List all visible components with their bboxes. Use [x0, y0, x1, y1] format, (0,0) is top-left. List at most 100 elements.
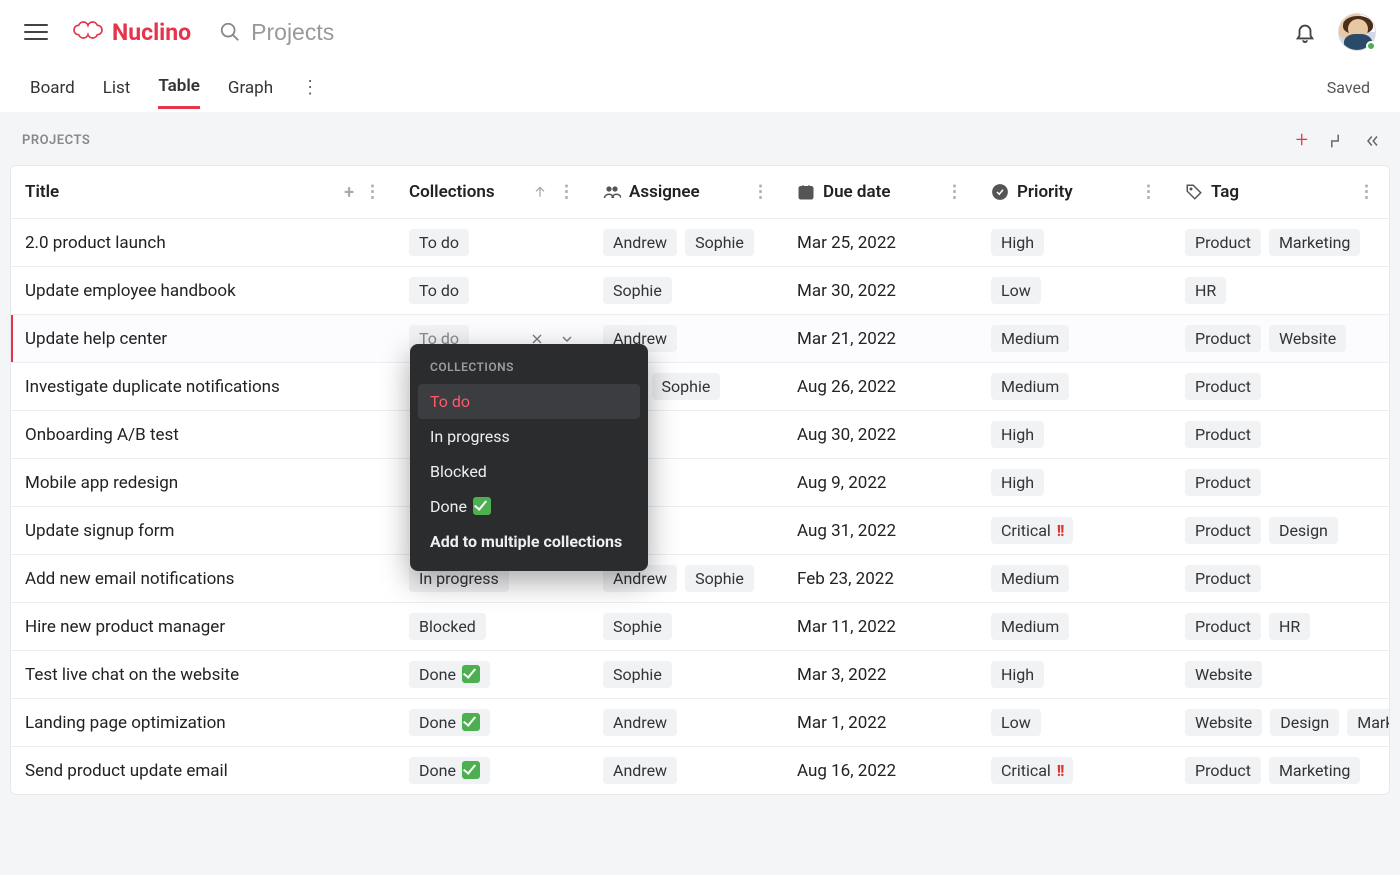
chip[interactable]: Product [1185, 229, 1261, 256]
row-title[interactable]: Update employee handbook [25, 281, 236, 301]
tab-board[interactable]: Board [30, 68, 75, 108]
row-title[interactable]: 2.0 product launch [25, 233, 166, 253]
chip[interactable]: Medium [991, 373, 1069, 400]
chip[interactable]: High [991, 421, 1044, 448]
due-date[interactable]: Mar 1, 2022 [797, 713, 886, 733]
user-avatar[interactable] [1338, 13, 1376, 51]
chip[interactable]: Product [1185, 325, 1261, 352]
collections-dropdown[interactable]: COLLECTIONS To doIn progressBlockedDone … [410, 344, 648, 571]
col-priority[interactable]: Priority [1017, 182, 1073, 202]
collapse-sidebar-icon[interactable] [1362, 132, 1380, 150]
dropdown-option[interactable]: Done [418, 489, 640, 524]
chip[interactable]: Blocked [409, 613, 486, 640]
row-title[interactable]: Mobile app redesign [25, 473, 178, 493]
chip[interactable]: Product [1185, 757, 1261, 784]
row-title[interactable]: Update help center [25, 329, 167, 349]
add-column-icon[interactable]: + [344, 182, 354, 203]
due-date[interactable]: Aug 30, 2022 [797, 425, 896, 445]
chip[interactable]: High [991, 229, 1044, 256]
chip[interactable]: Marketing [1269, 229, 1360, 256]
dropdown-option[interactable]: To do [418, 384, 640, 419]
row-title[interactable]: Send product update email [25, 761, 228, 781]
due-column-menu[interactable]: ⋮ [946, 182, 963, 202]
chip[interactable]: Product [1185, 565, 1261, 592]
dropdown-option[interactable]: In progress [418, 419, 640, 454]
chip[interactable]: Done [409, 709, 490, 736]
chip[interactable]: Done [409, 661, 490, 688]
chip[interactable]: Done [409, 757, 490, 784]
due-date[interactable]: Mar 11, 2022 [797, 617, 896, 637]
chip[interactable]: Critical !! [991, 517, 1073, 544]
col-title[interactable]: Title [25, 182, 59, 202]
chip[interactable]: High [991, 661, 1044, 688]
chip[interactable]: HR [1269, 613, 1310, 640]
due-date[interactable]: Mar 3, 2022 [797, 665, 886, 685]
chip[interactable]: Product [1185, 517, 1261, 544]
table-row[interactable]: Update help centerTo doAndrewMar 21, 202… [11, 314, 1389, 362]
col-due[interactable]: Due date [823, 182, 891, 202]
due-date[interactable]: Aug 9, 2022 [797, 473, 886, 493]
row-title[interactable]: Onboarding A/B test [25, 425, 179, 445]
chip[interactable]: Andrew [603, 709, 677, 736]
due-date[interactable]: Mar 30, 2022 [797, 281, 896, 301]
due-date[interactable]: Feb 23, 2022 [797, 569, 894, 589]
chip[interactable]: Low [991, 709, 1041, 736]
table-row[interactable]: Update employee handbook To do Sophie Mar 3… [11, 266, 1389, 314]
view-more-menu[interactable]: ⋮ [301, 77, 319, 98]
chip[interactable]: HR [1185, 277, 1226, 304]
table-row[interactable]: Onboarding A/B testieAug 30, 2022HighPro… [11, 410, 1389, 458]
chip[interactable]: Medium [991, 325, 1069, 352]
search[interactable] [219, 19, 1294, 46]
table-row[interactable]: Update signup formieAug 31, 2022Critical… [11, 506, 1389, 554]
priority-column-menu[interactable]: ⋮ [1140, 182, 1157, 202]
table-row[interactable]: Send product update emailDone AndrewAug … [11, 746, 1389, 794]
due-date[interactable]: Mar 21, 2022 [797, 329, 896, 349]
chip[interactable]: Andrew [603, 757, 677, 784]
row-title[interactable]: Update signup form [25, 521, 174, 541]
due-date[interactable]: Aug 31, 2022 [797, 521, 896, 541]
row-title[interactable]: Test live chat on the website [25, 665, 239, 685]
chip[interactable]: To do [409, 229, 469, 256]
chip[interactable]: Product [1185, 373, 1261, 400]
chip[interactable]: To do [409, 277, 469, 304]
tab-graph[interactable]: Graph [228, 68, 273, 108]
chip[interactable]: Mark [1347, 709, 1389, 736]
collections-column-menu[interactable]: ⋮ [558, 182, 575, 202]
chip[interactable]: Sophie [652, 373, 721, 400]
due-date[interactable]: Aug 26, 2022 [797, 377, 896, 397]
col-collections[interactable]: Collections [409, 182, 495, 202]
chip[interactable]: Sophie [603, 661, 672, 688]
tag-column-menu[interactable]: ⋮ [1358, 182, 1375, 202]
tab-table[interactable]: Table [158, 66, 200, 109]
col-tag[interactable]: Tag [1211, 182, 1239, 202]
row-title[interactable]: Hire new product manager [25, 617, 225, 637]
table-row[interactable]: Investigate duplicate notificationsewSop… [11, 362, 1389, 410]
assignee-column-menu[interactable]: ⋮ [752, 182, 769, 202]
dropdown-add-multiple[interactable]: Add to multiple collections [418, 524, 640, 559]
chip[interactable]: Sophie [603, 613, 672, 640]
row-title[interactable]: Add new email notifications [25, 569, 234, 589]
bell-icon[interactable] [1294, 21, 1316, 43]
table-row[interactable]: Hire new product manager Blocked Sophie Mar… [11, 602, 1389, 650]
chip[interactable]: High [991, 469, 1044, 496]
col-assignee[interactable]: Assignee [629, 182, 700, 202]
chip[interactable]: Sophie [603, 277, 672, 304]
table-row[interactable]: 2.0 product launch To do Andrew Sophie Mar 2… [11, 218, 1389, 266]
due-date[interactable]: Mar 25, 2022 [797, 233, 896, 253]
table-row[interactable]: Add new email notificationsIn progressAn… [11, 554, 1389, 602]
chip[interactable]: Andrew [603, 229, 677, 256]
add-item-button[interactable]: + [1296, 128, 1308, 153]
chip[interactable]: Product [1185, 469, 1261, 496]
chip[interactable]: Design [1270, 709, 1339, 736]
row-title[interactable]: Investigate duplicate notifications [25, 377, 280, 397]
chip[interactable]: Critical !! [991, 757, 1073, 784]
sort-asc-icon[interactable] [532, 184, 548, 200]
chip[interactable]: Sophie [685, 229, 754, 256]
chip[interactable]: Website [1185, 709, 1262, 736]
chip[interactable]: Low [991, 277, 1041, 304]
chip[interactable]: Website [1185, 661, 1262, 688]
chip[interactable]: Marketing [1269, 757, 1360, 784]
chip[interactable]: Website [1269, 325, 1346, 352]
tab-list[interactable]: List [103, 68, 131, 108]
search-input[interactable] [251, 19, 551, 46]
